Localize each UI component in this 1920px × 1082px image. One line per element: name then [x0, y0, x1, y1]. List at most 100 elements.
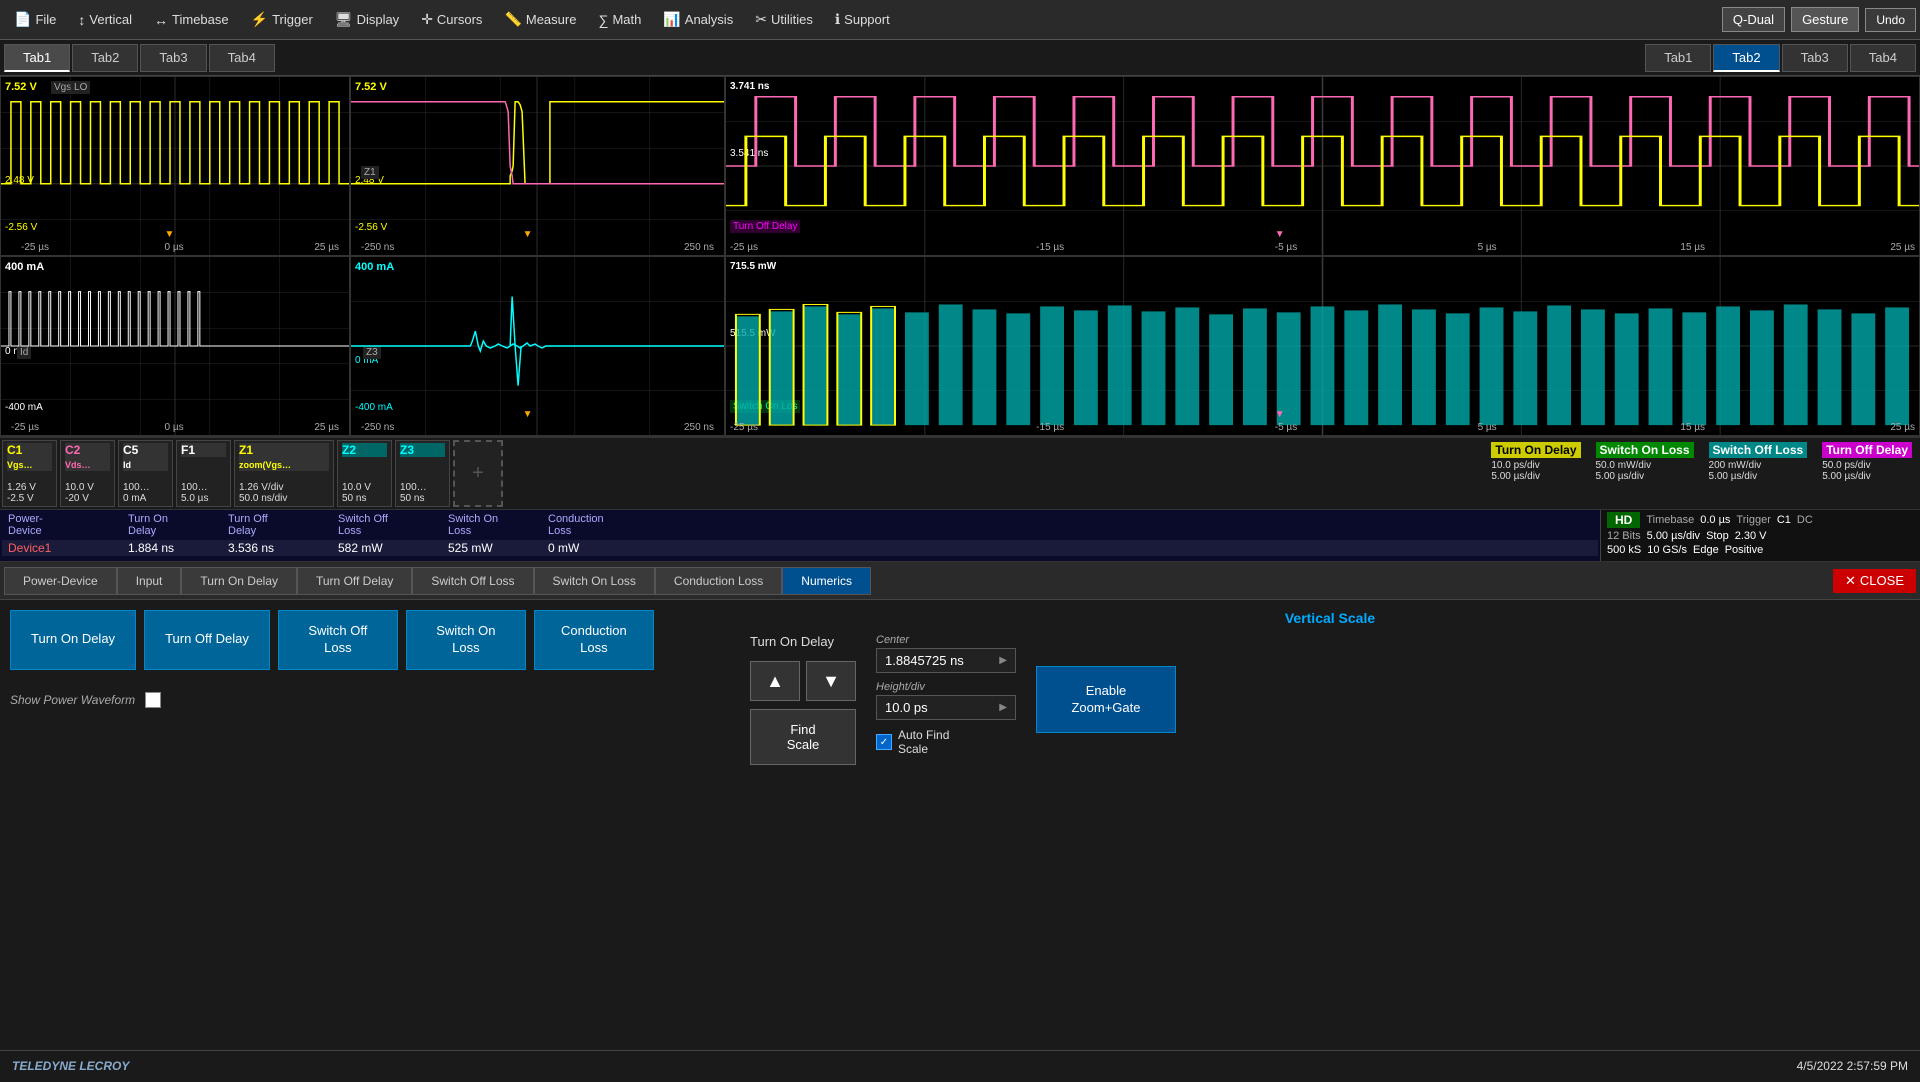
menu-display[interactable]: 🖥 Display	[325, 7, 409, 32]
menu-trigger[interactable]: ⚡ Trigger	[241, 7, 323, 32]
nav-tab-power-device[interactable]: Power-Device	[4, 567, 117, 595]
menu-timebase[interactable]: ↔ Timebase	[144, 8, 239, 32]
waveform-3	[726, 77, 1919, 255]
x-axis-1-4: -25 µs	[11, 422, 39, 433]
nav-tab-turn-on-delay[interactable]: Turn On Delay	[181, 567, 297, 595]
switch-on-loss-button[interactable]: Switch OnLoss	[406, 610, 526, 670]
turn-on-delay-button[interactable]: Turn On Delay	[10, 610, 136, 670]
ch-val-c1: 1.26 V-2.5 V	[7, 482, 52, 504]
menu-cursors[interactable]: ✛ Cursors	[411, 7, 492, 32]
tab-group-left: Tab1 Tab2 Tab3 Tab4	[4, 44, 275, 72]
ch-val-c5: 100…0 mA	[123, 482, 168, 504]
waveform-5	[351, 257, 724, 435]
tab-left-1[interactable]: Tab1	[4, 44, 70, 72]
nav-tab-switch-off-loss[interactable]: Switch Off Loss	[412, 567, 533, 595]
scope-panel-2[interactable]: 7.52 V 2.48 V -2.56 V Z1 -250 ns 250 ns …	[350, 76, 725, 256]
switch-off-loss-button[interactable]: Switch OffLoss	[278, 610, 398, 670]
voltage-value: 2.30 V	[1735, 530, 1767, 542]
ch-box-z3[interactable]: Z3 100…50 ns	[395, 440, 450, 507]
scope-panel-4[interactable]: 400 mA 0 mA -400 mA Id -25 µs 0 µs 25 µs	[0, 256, 350, 436]
center-value[interactable]: 1.8845725 ns ▶	[876, 648, 1016, 673]
nav-tab-numerics[interactable]: Numerics	[782, 567, 871, 595]
menu-bar: 📄 File ↕ Vertical ↔ Timebase ⚡ Trigger 🖥…	[0, 0, 1920, 40]
vs-up-button[interactable]: ▲	[750, 661, 800, 701]
menu-right: Q-Dual Gesture Undo	[1722, 7, 1916, 32]
tab-right-4[interactable]: Tab4	[1850, 44, 1916, 72]
scope-panel-3[interactable]: 3.741 ns 3.541 ns Turn Off Delay -25 µs …	[725, 76, 1920, 256]
q-dual-button[interactable]: Q-Dual	[1722, 7, 1785, 32]
footer-datetime: 4/5/2022 2:57:59 PM	[1797, 1059, 1908, 1073]
tab-left-4[interactable]: Tab4	[209, 44, 275, 72]
scope-panel-1[interactable]: 7.52 V 2.48 V -2.56 V Vgs LO -25 µs 0 µs…	[0, 76, 350, 256]
x-axis-end-2: 250 ns	[684, 242, 714, 253]
ch-box-c5[interactable]: C5Id 100…0 mA	[118, 440, 173, 507]
auto-find-label: Auto FindScale	[898, 728, 949, 756]
show-power-row: Show Power Waveform	[10, 692, 730, 708]
conduction-loss-button[interactable]: ConductionLoss	[534, 610, 654, 670]
pt-device-1: Device1	[6, 540, 126, 556]
ch-right-switch-on-val: 50.0 mW/div5.00 µs/div	[1596, 460, 1694, 482]
timebase-label: Timebase	[1646, 514, 1694, 526]
scope-panels: 7.52 V 2.48 V -2.56 V Vgs LO -25 µs 0 µs…	[0, 76, 1920, 438]
nav-tab-turn-off-delay[interactable]: Turn Off Delay	[297, 567, 412, 595]
tab-left-3[interactable]: Tab3	[140, 44, 206, 72]
x-axis-end-4: 25 µs	[314, 422, 339, 433]
x-axis-2-6: -15 µs	[1036, 422, 1064, 433]
height-value-text: 10.0 ps	[885, 700, 928, 715]
vs-down-button[interactable]: ▼	[806, 661, 856, 701]
vs-label: Turn On Delay	[750, 634, 856, 649]
edge-label: Edge	[1693, 544, 1719, 556]
ch-right-switch-off[interactable]: Switch Off Loss 200 mW/div5.00 µs/div	[1703, 440, 1814, 507]
menu-vertical[interactable]: ↕ Vertical	[68, 8, 142, 32]
show-power-checkbox[interactable]	[145, 692, 161, 708]
scope-label-2: 7.52 V	[355, 81, 387, 93]
x-axis-2-3: -15 µs	[1036, 242, 1064, 253]
turn-off-delay-button[interactable]: Turn Off Delay	[144, 610, 270, 670]
nav-tab-input[interactable]: Input	[117, 567, 182, 595]
height-value[interactable]: 10.0 ps ▶	[876, 695, 1016, 720]
undo-button[interactable]: Undo	[1865, 8, 1916, 32]
ch-right-turn-off[interactable]: Turn Off Delay 50.0 ps/div5.00 µs/div	[1816, 440, 1918, 507]
ch-box-z1[interactable]: Z1zoom(Vgs… 1.26 V/div50.0 ns/div	[234, 440, 334, 507]
tab-right-2[interactable]: Tab2	[1713, 44, 1779, 72]
cursors-icon: ✛	[421, 11, 433, 28]
menu-trigger-label: Trigger	[272, 12, 313, 27]
file-icon: 📄	[14, 11, 31, 28]
add-channel-button[interactable]: +	[453, 440, 503, 507]
close-button[interactable]: ✕ CLOSE	[1833, 569, 1916, 593]
auto-find-checkbox[interactable]: ✓	[876, 734, 892, 750]
menu-support[interactable]: ℹ Support	[825, 7, 900, 32]
ch-box-z2[interactable]: Z2 10.0 V50 ns	[337, 440, 392, 507]
menu-measure[interactable]: 📏 Measure	[494, 7, 586, 32]
scope-panel-5[interactable]: 400 mA 0 mA -400 mA Z3 -250 ns 250 ns ▼	[350, 256, 725, 436]
ch-box-c2[interactable]: C2Vds… 10.0 V-20 V	[60, 440, 115, 507]
menu-analysis[interactable]: 📊 Analysis	[653, 7, 743, 32]
find-scale-button[interactable]: FindScale	[750, 709, 856, 765]
tab-right-1[interactable]: Tab1	[1645, 44, 1711, 72]
menu-math[interactable]: ∑ Math	[588, 8, 651, 32]
gesture-button[interactable]: Gesture	[1791, 7, 1859, 32]
ch-right-switch-on[interactable]: Switch On Loss 50.0 mW/div5.00 µs/div	[1590, 440, 1700, 507]
hd-badge: HD	[1607, 512, 1640, 528]
ch-box-c1[interactable]: C1Vgs… 1.26 V-2.5 V	[2, 440, 57, 507]
ch-name-z1: Z1zoom(Vgs…	[239, 443, 329, 471]
ch-right-turn-on[interactable]: Turn On Delay 10.0 ps/div5.00 µs/div	[1485, 440, 1586, 507]
menu-file[interactable]: 📄 File	[4, 7, 66, 32]
right-panel: Vertical Scale Turn On Delay ▲ ▼ FindSca…	[750, 610, 1910, 1072]
nav-tab-conduction-loss[interactable]: Conduction Loss	[655, 567, 782, 595]
ch-box-f1[interactable]: F1 100…5.0 µs	[176, 440, 231, 507]
vs-arrows: ▲ ▼	[750, 661, 856, 701]
center-arrow-icon: ▶	[999, 655, 1007, 666]
tab-left-2[interactable]: Tab2	[72, 44, 138, 72]
ch-name-z2: Z2	[342, 443, 387, 457]
scope-label-3: 3.741 ns	[730, 81, 769, 92]
menu-utilities[interactable]: ✂ Utilities	[745, 7, 823, 32]
pt-hdr-sw-off: Switch OffLoss	[336, 512, 446, 538]
x-axis-mid-4: 0 µs	[165, 422, 184, 433]
tab-right-3[interactable]: Tab3	[1782, 44, 1848, 72]
nav-tab-switch-on-loss[interactable]: Switch On Loss	[534, 567, 655, 595]
scope-panel-6[interactable]: 715.5 mW 515.5 mW Switch On Los	[725, 256, 1920, 436]
x-axis-4-3: 5 µs	[1478, 242, 1497, 253]
ch-right-boxes: Turn On Delay 10.0 ps/div5.00 µs/div Swi…	[1485, 440, 1918, 507]
enable-zoom-button[interactable]: EnableZoom+Gate	[1036, 666, 1176, 734]
